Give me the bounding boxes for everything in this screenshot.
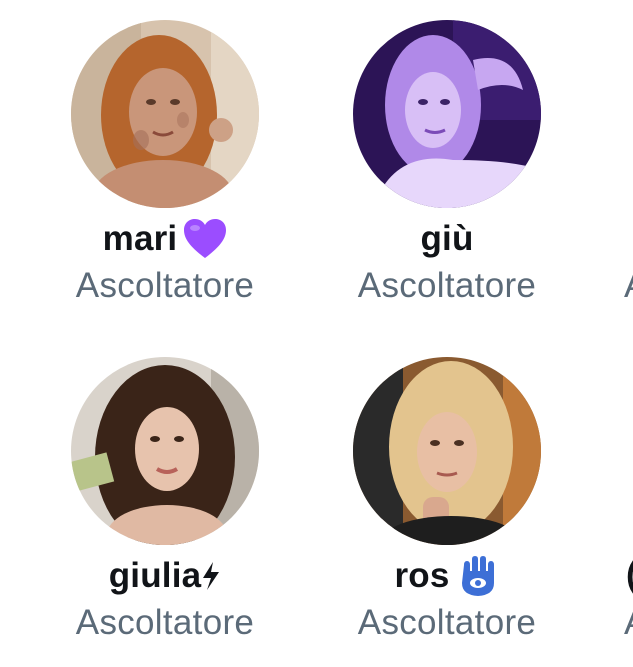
name-row-giu: giù: [317, 216, 577, 262]
speaker-role: Ascoltatore: [75, 266, 255, 305]
name-row-giulia: giulia: [35, 553, 295, 599]
name-row-mari: mari: [35, 216, 295, 262]
avatar-ros[interactable]: [353, 357, 541, 545]
speaker-name: ros: [394, 556, 450, 595]
avatar-giu[interactable]: [353, 20, 541, 208]
speaker-grid: mari Ascoltatore giù Ascoltatore giulia …: [0, 0, 633, 667]
partial-role-row1: A: [624, 266, 633, 306]
speaker-role: Ascoltatore: [357, 266, 537, 305]
speaker-name: giulia: [108, 556, 202, 595]
speaker-role: Ascoltatore: [75, 603, 255, 642]
speaker-role: Ascoltatore: [357, 603, 537, 642]
speaker-name: mari: [102, 219, 178, 258]
avatar-giulia[interactable]: [71, 357, 259, 545]
speaker-name: giù: [420, 219, 474, 258]
purple-heart-icon: [183, 218, 227, 260]
partial-name-row2: (: [626, 555, 633, 595]
partial-role-row2: A: [624, 603, 633, 643]
name-row-ros: ros: [317, 553, 577, 599]
hamsa-hand-icon: [456, 555, 500, 597]
avatar-mari[interactable]: [71, 20, 259, 208]
lightning-icon: [201, 561, 221, 591]
